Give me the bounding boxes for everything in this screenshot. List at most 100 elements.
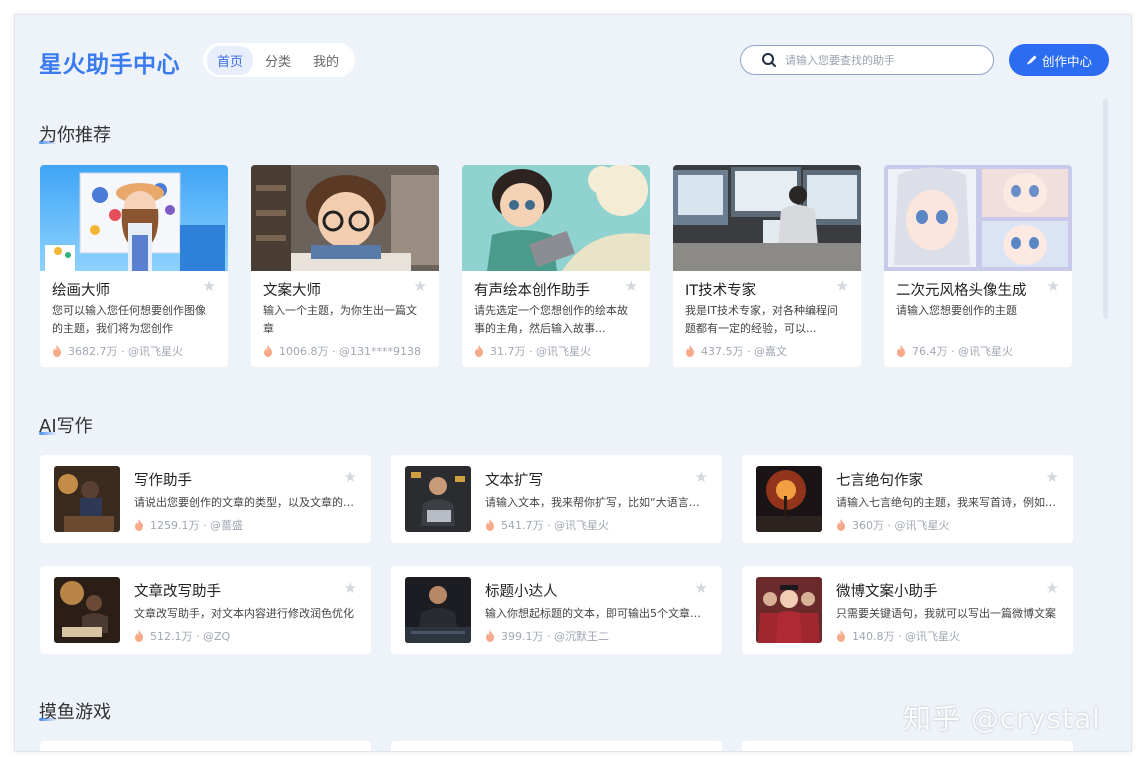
ai-writing-card[interactable]: 七言绝句作家 ★ 请输入七言绝句的主题，我来写首诗，例如春天 360万 · @讯… xyxy=(742,455,1073,543)
ai-writing-card[interactable]: 文本扩写 ★ 请输入文本，我来帮你扩写，比如“大语言模型” 541.7万 · @… xyxy=(391,455,722,543)
card-stats: 360万 · @讯飞星火 xyxy=(836,517,950,533)
card-title: 文案大师 xyxy=(263,283,321,299)
card-description: 请说出您要创作的文章的类型，以及文章的主题 xyxy=(134,496,356,509)
ai-writing-card[interactable]: 标题小达人 ★ 输入你想起标题的文本，即可输出5个文章标题 399.1万 · @… xyxy=(391,566,722,654)
ai-writing-card[interactable]: 微博文案小助手 ★ 只需要关键语句，我就可以写出一篇微博文案 140.8万 · … xyxy=(742,566,1073,654)
card-stats-text: 1259.1万 · @蔷盛 xyxy=(150,519,243,532)
card-description: 请输入七言绝句的主题，我来写首诗，例如春天 xyxy=(836,496,1058,509)
card-image-anime-faces xyxy=(884,165,1072,271)
game-card[interactable] xyxy=(40,741,371,751)
fire-icon xyxy=(135,519,143,531)
card-stats: 3682.7万 · @讯飞星火 xyxy=(52,343,183,359)
card-title: 有声绘本创作助手 xyxy=(474,283,590,299)
card-title: 文章改写助手 xyxy=(134,584,221,600)
ai-writing-card[interactable]: 文章改写助手 ★ 文章改写助手，对文本内容进行修改润色优化 512.1万 · @… xyxy=(40,566,371,654)
recommend-card[interactable]: 二次元风格头像生成 ★ 请输入您想要创作的主题 76.4万 · @讯飞星火 xyxy=(884,165,1072,367)
favorite-star-icon[interactable]: ★ xyxy=(695,468,708,486)
card-stats: 541.7万 · @讯飞星火 xyxy=(485,517,609,533)
favorite-star-icon[interactable]: ★ xyxy=(344,468,357,486)
card-description: 您可以输入您任何想要创作图像的主题，我们将为您创作 xyxy=(52,304,206,335)
create-center-button[interactable]: 创作中心 xyxy=(1009,44,1109,76)
card-description: 文章改写助手，对文本内容进行修改润色优化 xyxy=(134,607,354,620)
card-image-graduates xyxy=(756,577,822,643)
favorite-star-icon[interactable]: ★ xyxy=(836,277,849,295)
app-logo[interactable]: 星火助手中心 xyxy=(39,45,180,79)
card-description: 请输入文本，我来帮你扩写，比如“大语言模型” xyxy=(485,496,707,509)
watermark: 知乎 @crystal xyxy=(903,702,1101,735)
card-stats-text: 140.8万 · @讯飞星火 xyxy=(852,630,960,643)
card-title: 文本扩写 xyxy=(485,473,543,489)
search-input[interactable] xyxy=(785,53,965,67)
card-image-man-with-laptop xyxy=(405,466,471,532)
recommend-card[interactable]: 绘画大师 ★ 您可以输入您任何想要创作图像的主题，我们将为您创作 3682.7万… xyxy=(40,165,228,367)
favorite-star-icon[interactable]: ★ xyxy=(1047,277,1060,295)
main-nav: 首页 分类 我的 xyxy=(203,43,355,77)
app-window: 星火助手中心 首页 分类 我的 创作中心 为你推荐 xyxy=(14,14,1132,752)
fire-icon xyxy=(486,519,494,531)
fire-icon xyxy=(897,345,905,357)
card-stats: 140.8万 · @讯飞星火 xyxy=(836,628,960,644)
card-description: 请先选定一个您想创作的绘本故事的主角，然后输入故事... xyxy=(474,304,628,335)
card-title: 写作助手 xyxy=(134,473,192,489)
card-description: 输入你想起标题的文本，即可输出5个文章标题 xyxy=(485,607,707,620)
fire-icon xyxy=(264,345,272,357)
create-center-label: 创作中心 xyxy=(1041,53,1092,69)
game-card[interactable] xyxy=(742,741,1073,751)
favorite-star-icon[interactable]: ★ xyxy=(695,579,708,597)
search-box[interactable] xyxy=(740,45,994,75)
card-image-boy-with-glasses xyxy=(251,165,439,271)
recommend-card[interactable]: IT技术专家 ★ 我是IT技术专家，对各种编程问题都有一定的经验，可以... 4… xyxy=(673,165,861,367)
card-stats: 76.4万 · @讯飞星火 xyxy=(896,343,1013,359)
fire-icon xyxy=(686,345,694,357)
favorite-star-icon[interactable]: ★ xyxy=(1046,468,1059,486)
section-title-ai-writing: AI写作 xyxy=(39,416,93,437)
card-image-girl-with-book xyxy=(462,165,650,271)
card-stats: 399.1万 · @沉默王二 xyxy=(485,628,609,644)
nav-home[interactable]: 首页 xyxy=(207,45,253,75)
favorite-star-icon[interactable]: ★ xyxy=(344,579,357,597)
card-stats: 512.1万 · @ZQ xyxy=(134,628,230,644)
recommend-list: 绘画大师 ★ 您可以输入您任何想要创作图像的主题，我们将为您创作 3682.7万… xyxy=(40,165,1072,367)
header: 星火助手中心 首页 分类 我的 创作中心 xyxy=(15,15,1131,107)
card-title: 七言绝句作家 xyxy=(836,473,923,489)
card-title: 二次元风格头像生成 xyxy=(896,283,1027,299)
card-image-burning-tree xyxy=(756,466,822,532)
fire-icon xyxy=(837,630,845,642)
favorite-star-icon[interactable]: ★ xyxy=(625,277,638,295)
favorite-star-icon[interactable]: ★ xyxy=(1046,579,1059,597)
fire-icon xyxy=(837,519,845,531)
card-title: 绘画大师 xyxy=(52,283,110,299)
card-stats-text: 3682.7万 · @讯飞星火 xyxy=(68,345,183,358)
card-stats-text: 76.4万 · @讯飞星火 xyxy=(912,345,1013,358)
pen-icon xyxy=(1027,55,1037,65)
card-stats-text: 512.1万 · @ZQ xyxy=(150,630,231,643)
card-stats-text: 437.5万 · @嘉文 xyxy=(701,345,787,358)
nav-category[interactable]: 分类 xyxy=(255,46,301,75)
card-image-painting-girl xyxy=(40,165,228,271)
ai-writing-card[interactable]: 写作助手 ★ 请说出您要创作的文章的类型，以及文章的主题 1259.1万 · @… xyxy=(40,455,371,543)
card-title: IT技术专家 xyxy=(685,283,757,299)
fire-icon xyxy=(486,630,494,642)
favorite-star-icon[interactable]: ★ xyxy=(414,277,427,295)
card-stats-text: 399.1万 · @沉默王二 xyxy=(501,630,609,643)
card-description: 输入一个主题，为你生出一篇文章 xyxy=(263,304,417,335)
scrollbar[interactable] xyxy=(1103,99,1108,319)
card-stats: 1259.1万 · @蔷盛 xyxy=(134,517,243,533)
card-image-reader-lamp xyxy=(54,577,120,643)
card-stats-text: 541.7万 · @讯飞星火 xyxy=(501,519,609,532)
card-stats: 437.5万 · @嘉文 xyxy=(685,343,787,359)
card-description: 我是IT技术专家，对各种编程问题都有一定的经验，可以... xyxy=(685,304,838,335)
search-icon xyxy=(762,53,776,67)
favorite-star-icon[interactable]: ★ xyxy=(203,277,216,295)
card-stats-text: 1006.8万 · @131****9138 xyxy=(279,345,421,358)
card-stats: 31.7万 · @讯飞星火 xyxy=(474,343,591,359)
game-card[interactable] xyxy=(391,741,722,751)
recommend-card[interactable]: 文案大师 ★ 输入一个主题，为你生出一篇文章 1006.8万 · @131***… xyxy=(251,165,439,367)
recommend-card[interactable]: 有声绘本创作助手 ★ 请先选定一个您想创作的绘本故事的主角，然后输入故事... … xyxy=(462,165,650,367)
card-description: 只需要关键语句，我就可以写出一篇微博文案 xyxy=(836,607,1056,620)
card-image-computer-room xyxy=(673,165,861,271)
fire-icon xyxy=(53,345,61,357)
card-title: 微博文案小助手 xyxy=(836,584,938,600)
section-title-games: 摸鱼游戏 xyxy=(39,702,111,723)
nav-mine[interactable]: 我的 xyxy=(303,46,349,75)
